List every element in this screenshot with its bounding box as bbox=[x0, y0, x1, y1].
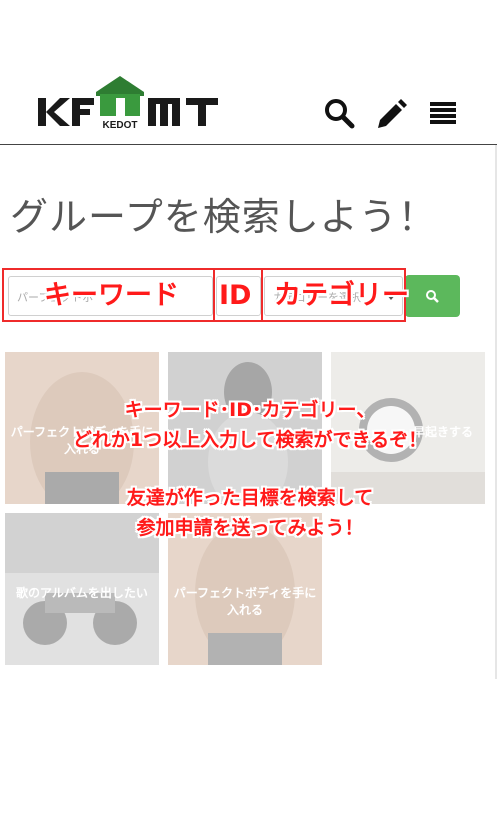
search-icon[interactable] bbox=[322, 96, 356, 130]
annotation-line-4: 参加申請を送ってみよう！ bbox=[136, 517, 364, 539]
search-button-icon bbox=[426, 290, 439, 303]
logo-text: KEDOT bbox=[103, 120, 138, 130]
category-annotation: カテゴリー bbox=[274, 280, 409, 311]
tile-title: パーフェクトボディを手に入れる bbox=[173, 586, 317, 617]
kedot-logo[interactable]: KEDOT bbox=[36, 74, 222, 130]
menu-icon[interactable] bbox=[427, 96, 461, 130]
search-button[interactable] bbox=[405, 275, 460, 317]
keyword-annotation: キーワード bbox=[44, 280, 179, 311]
annotation-line-1: キーワード･ID･カテゴリー、 bbox=[124, 399, 376, 421]
pencil-icon[interactable] bbox=[374, 96, 408, 130]
tile-title: 歌のアルバムを出したい bbox=[16, 586, 148, 600]
annotation-line-2: どれか1つ以上入力して検索ができるぞ！ bbox=[72, 429, 428, 451]
id-annotation: ID bbox=[219, 280, 252, 311]
page-title: グループを検索しよう！ bbox=[10, 195, 437, 239]
annotation-line-3: 友達が作った目標を検索して bbox=[126, 487, 374, 509]
